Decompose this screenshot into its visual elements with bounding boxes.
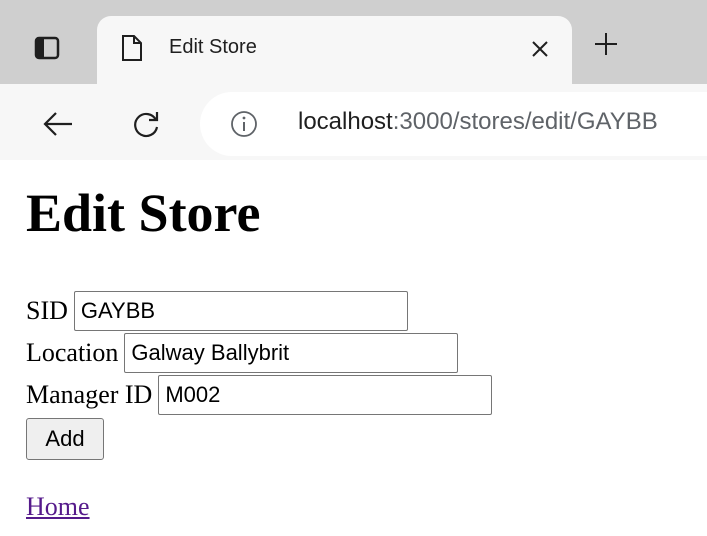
home-link[interactable]: Home [26,492,90,522]
page-content: Edit Store SID Location Manager ID Add H… [0,160,707,536]
location-label: Location [26,338,119,367]
add-button[interactable]: Add [26,418,104,460]
url-host: localhost [298,108,393,135]
back-arrow-icon[interactable] [38,104,78,144]
page-title: Edit Store [26,183,261,243]
plus-icon[interactable] [586,24,626,64]
url-path: :3000/stores/edit/GAYBB [392,108,658,135]
manager-id-field[interactable] [158,375,493,415]
sid-label: SID [26,296,68,325]
tab-title: Edit Store [169,36,257,58]
manager-id-label: Manager ID [26,380,153,409]
browser-tab-strip: Edit Store [0,0,707,84]
sid-row: SID [26,290,408,332]
location-row: Location [26,332,459,374]
close-icon[interactable] [527,36,553,62]
manager-id-row: Manager ID [26,374,493,416]
reload-icon[interactable] [126,104,166,144]
location-field[interactable] [124,333,459,373]
tab-actions-icon[interactable] [18,24,76,72]
browser-toolbar: localhost:3000/stores/edit/GAYBB [0,84,707,160]
sid-field[interactable] [73,291,408,331]
info-icon[interactable] [230,110,258,138]
page-icon [121,34,143,62]
url-text: localhost:3000/stores/edit/GAYBB [298,108,658,136]
browser-tab-edit-store[interactable]: Edit Store [97,16,572,84]
address-bar[interactable]: localhost:3000/stores/edit/GAYBB [200,92,707,156]
